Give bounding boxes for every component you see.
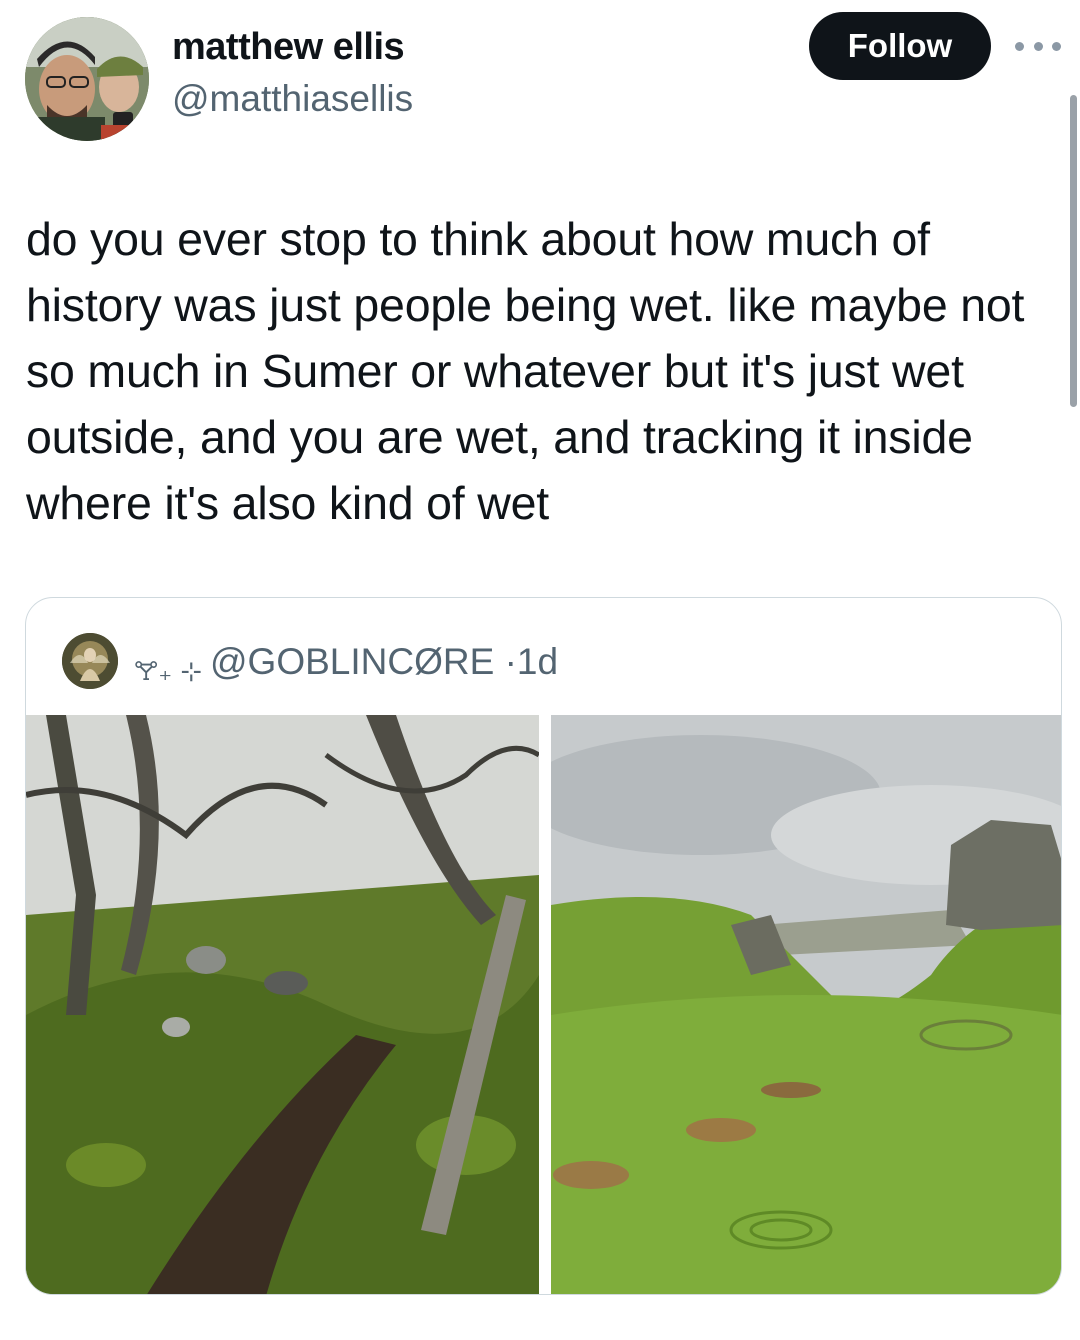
dot xyxy=(1015,41,1024,51)
dot xyxy=(1052,41,1061,51)
meta-separator: · xyxy=(504,641,517,682)
quoted-author-handle[interactable]: @GOBLINCØRE xyxy=(210,641,494,682)
photo-green-valley-rock[interactable] xyxy=(551,715,1061,1294)
valley-photo-icon xyxy=(551,715,1061,1294)
tweet-text: do you ever stop to think about how much… xyxy=(26,213,1025,529)
author-handle[interactable]: @matthiasellis xyxy=(172,78,413,120)
follow-button[interactable]: Follow xyxy=(809,12,991,80)
quoted-author-avatar[interactable] xyxy=(62,633,118,689)
quoted-author-meta[interactable]: @GOBLINCØRE ·1d xyxy=(210,641,558,683)
author-display-name[interactable]: matthew ellis xyxy=(172,26,405,69)
quoted-post-card[interactable]: 🝖₊ ⊹ @GOBLINCØRE ·1d xyxy=(25,597,1062,1295)
scrollbar[interactable] xyxy=(1070,95,1077,407)
photo-mossy-forest-path[interactable] xyxy=(26,715,539,1294)
media-grid xyxy=(26,715,1061,1294)
profile-photo-icon xyxy=(25,17,149,141)
post-age: 1d xyxy=(516,641,559,682)
forest-photo-icon xyxy=(26,715,539,1294)
author-avatar[interactable] xyxy=(25,17,149,141)
handle-decoration: 🝖₊ ⊹ xyxy=(134,657,203,687)
ellipsis-icon[interactable] xyxy=(1015,36,1061,56)
dot xyxy=(1033,41,1043,51)
fairy-avatar-icon xyxy=(62,633,118,689)
